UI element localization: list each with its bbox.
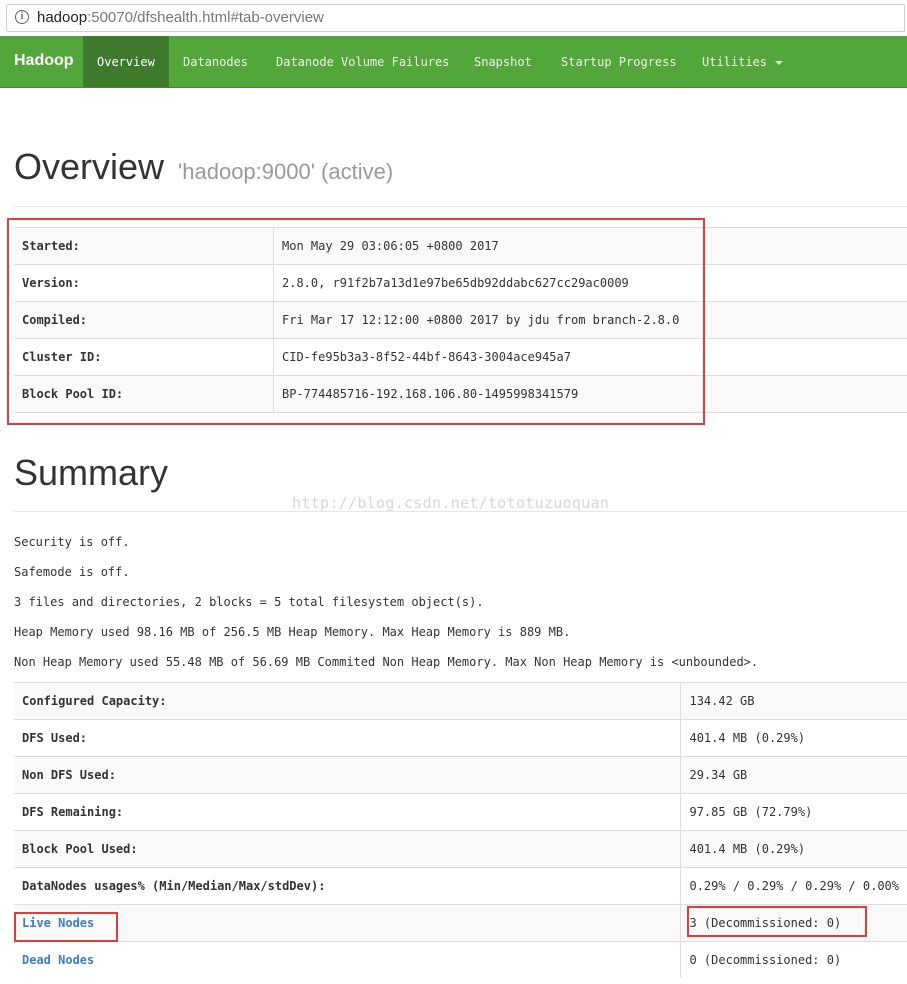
nav-snapshot[interactable]: Snapshot (474, 36, 532, 87)
safemode-status: Safemode is off. (14, 565, 130, 579)
chevron-down-icon (775, 60, 784, 65)
table-row: DFS Used: 401.4 MB (0.29%) (14, 719, 907, 757)
highlight-box-live-nodes (14, 912, 118, 942)
brand-logo[interactable]: Hadoop (14, 52, 74, 70)
summary-title: Summary (14, 452, 169, 493)
table-key: DFS Remaining: (14, 793, 682, 831)
table-row: Dead Nodes 0 (Decommissioned: 0) (14, 941, 907, 978)
nav-utilities[interactable]: Utilities (702, 36, 784, 87)
table-row: Non DFS Used: 29.34 GB (14, 756, 907, 794)
table-row: DFS Remaining: 97.85 GB (72.79%) (14, 793, 907, 831)
highlight-box-overview (7, 218, 705, 425)
nav-overview[interactable]: Overview (83, 36, 169, 87)
info-icon[interactable]: i (15, 10, 29, 24)
table-value: 97.85 GB (72.79%) (680, 793, 907, 831)
overview-title: Overview (14, 146, 165, 187)
page-title: Overview 'hadoop:9000' (active) (14, 146, 393, 188)
table-key: Configured Capacity: (14, 682, 682, 720)
watermark: http://blog.csdn.net/tototuzuoquan (292, 494, 610, 512)
table-row: Configured Capacity: 134.42 GB (14, 682, 907, 720)
nav-datanode-volume-failures[interactable]: Datanode Volume Failures (276, 36, 449, 87)
table-value: 401.4 MB (0.29%) (680, 719, 907, 757)
table-value: 134.42 GB (680, 682, 907, 720)
heap-memory: Heap Memory used 98.16 MB of 256.5 MB He… (14, 625, 571, 639)
table-key: Non DFS Used: (14, 756, 682, 794)
dead-nodes-link[interactable]: Dead Nodes (22, 953, 94, 967)
table-value: 0.29% / 0.29% / 0.29% / 0.00% (680, 867, 907, 905)
divider (14, 511, 907, 512)
url-path: :50070/dfshealth.html#tab-overview (87, 9, 324, 26)
table-value: 29.34 GB (680, 756, 907, 794)
highlight-box-live-nodes-value (687, 906, 867, 937)
table-row: DataNodes usages% (Min/Median/Max/stdDev… (14, 867, 907, 905)
url-text[interactable]: hadoop:50070/dfshealth.html#tab-overview (37, 9, 324, 26)
nav-startup-progress[interactable]: Startup Progress (561, 36, 677, 87)
divider (14, 206, 907, 207)
filesystem-objects: 3 files and directories, 2 blocks = 5 to… (14, 595, 484, 609)
nav-utilities-label: Utilities (702, 55, 768, 69)
security-status: Security is off. (14, 535, 130, 549)
navbar: Hadoop Overview Datanodes Datanode Volum… (0, 36, 907, 88)
url-field[interactable]: i hadoop:50070/dfshealth.html#tab-overvi… (6, 4, 905, 32)
nav-datanodes[interactable]: Datanodes (183, 36, 248, 87)
table-row: Block Pool Used: 401.4 MB (0.29%) (14, 830, 907, 868)
non-heap-memory: Non Heap Memory used 55.48 MB of 56.69 M… (14, 655, 759, 669)
table-key: DataNodes usages% (Min/Median/Max/stdDev… (14, 867, 682, 905)
dead-nodes-cell: Dead Nodes (14, 941, 682, 978)
overview-subtitle: 'hadoop:9000' (active) (178, 159, 394, 184)
browser-address-bar: i hadoop:50070/dfshealth.html#tab-overvi… (0, 0, 907, 37)
url-host: hadoop (37, 9, 88, 26)
table-value: 0 (Decommissioned: 0) (680, 941, 907, 978)
table-value: 401.4 MB (0.29%) (680, 830, 907, 868)
table-key: Block Pool Used: (14, 830, 682, 868)
table-key: DFS Used: (14, 719, 682, 757)
